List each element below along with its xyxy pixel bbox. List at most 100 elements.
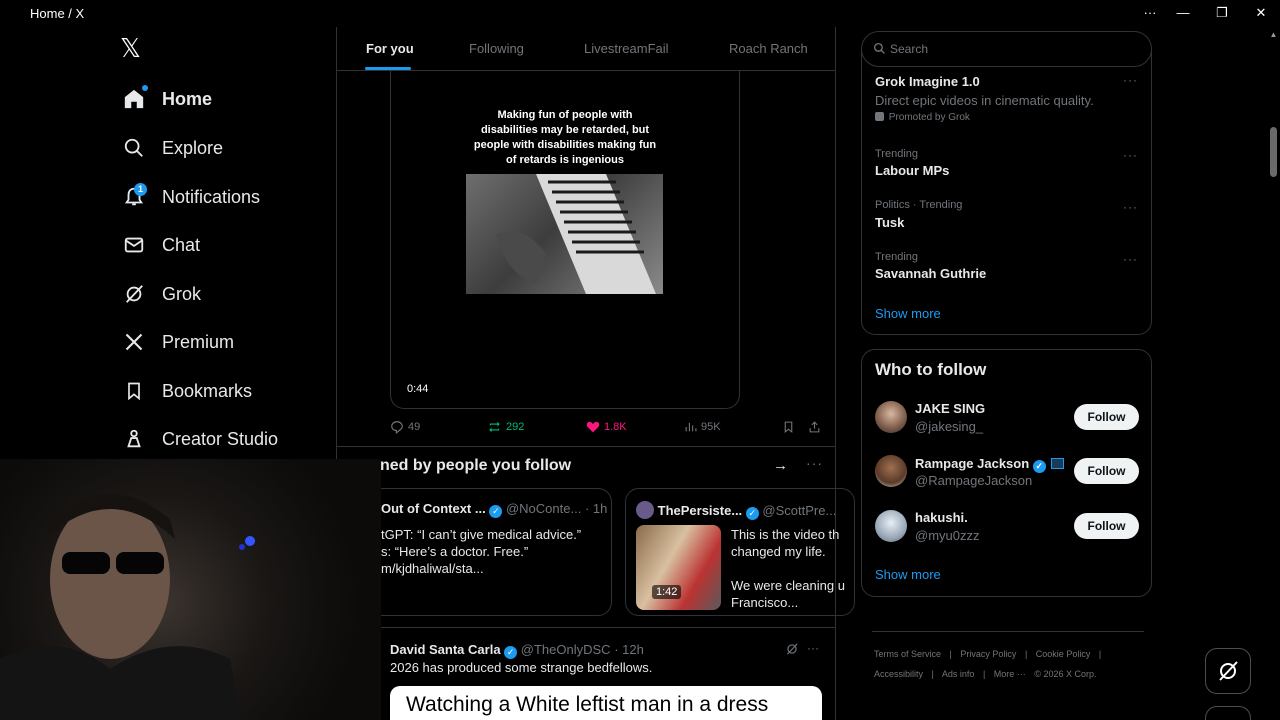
trend-more-icon[interactable]: ··· [1123, 73, 1138, 87]
footer-link-accessibility[interactable]: Accessibility [874, 669, 923, 679]
window-title: Home / X [30, 6, 85, 21]
promo-title[interactable]: Grok Imagine 1.0 [875, 74, 980, 89]
reply-count: 49 [408, 421, 421, 433]
trend-more-icon[interactable]: ··· [1123, 148, 1138, 162]
trend-more-icon[interactable]: ··· [1123, 252, 1138, 266]
nav-label: Notifications [162, 186, 261, 207]
footer-separator: | [1024, 649, 1028, 659]
home-unread-dot [142, 85, 148, 91]
verified-badge-icon: ✓ [504, 646, 518, 659]
tab-following[interactable]: Following [469, 27, 524, 71]
follow-button[interactable]: Follow [1074, 458, 1139, 484]
scroll-up-arrow-icon[interactable]: ▲ [1268, 30, 1279, 40]
tab-livestreamfail[interactable]: LivestreamFail [584, 27, 669, 71]
nav-item-chat[interactable]: Chat [120, 225, 200, 265]
repost-icon [489, 421, 500, 433]
footer-link-privacy[interactable]: Privacy Policy [960, 649, 1016, 659]
trend-name[interactable]: Tusk [875, 215, 904, 230]
nav-item-home[interactable]: Home [120, 79, 212, 119]
post-time: · 12h [614, 642, 644, 657]
verified-badge-icon: ✓ [489, 505, 503, 518]
follow-user-name[interactable]: JAKE SING [915, 401, 985, 416]
footer-link-more[interactable]: More ··· [994, 669, 1026, 679]
home-icon [120, 85, 148, 113]
nav-item-explore[interactable]: Explore [120, 128, 223, 168]
verified-badge-icon: ✓ [1032, 460, 1046, 473]
avatar[interactable] [875, 401, 907, 433]
nav-item-creator-studio[interactable]: Creator Studio [120, 419, 278, 459]
nav-item-premium[interactable]: Premium [120, 322, 234, 362]
post-author: Out of Context ... ✓ @NoConte... · 1h [381, 501, 607, 518]
promo-label: Promoted by Grok [875, 112, 970, 123]
window-maximize-button[interactable]: ❐ [1207, 4, 1237, 24]
nav-label: Creator Studio [162, 428, 279, 449]
reply-button[interactable]: 49 [390, 420, 420, 434]
trend-meta: Trending [875, 148, 919, 160]
footer-separator: | [982, 669, 986, 679]
x-logo-icon [120, 328, 148, 356]
follow-user-name-row: Rampage Jackson ✓ [915, 456, 1065, 473]
post-image[interactable]: Watching a White leftist man in a dress [390, 686, 822, 720]
grok-icon [1219, 661, 1238, 681]
nav-item-notifications[interactable]: 1 Notifications [120, 177, 260, 217]
author-handle: @NoConte... [505, 501, 582, 516]
bookmark-button[interactable] [782, 420, 795, 434]
share-button[interactable] [808, 420, 821, 434]
video-frame[interactable] [466, 174, 663, 294]
liked-post-card[interactable]: ThePersiste... ✓ @ScottPre... 1:42 This … [625, 488, 855, 616]
bookmark-icon [784, 421, 793, 434]
views-button[interactable]: 95K [684, 420, 721, 433]
repost-count: 292 [506, 421, 525, 433]
window-minimize-button[interactable]: — [1168, 4, 1198, 24]
bell-icon: 1 [120, 183, 148, 211]
x-logo-icon[interactable]: 𝕏 [120, 34, 150, 64]
promoted-text: Promoted by Grok [888, 112, 970, 123]
follow-button[interactable]: Follow [1074, 513, 1139, 539]
footer-separator: | [949, 649, 952, 659]
footer-link-terms[interactable]: Terms of Service [874, 649, 941, 659]
divider [337, 446, 835, 447]
window-close-button[interactable]: ✕ [1246, 4, 1276, 24]
follow-show-more-link[interactable]: Show more [875, 567, 941, 582]
trend-name[interactable]: Savannah Guthrie [875, 266, 986, 281]
follow-user-name[interactable]: Rampage Jackson [915, 456, 1029, 471]
scrollbar-thumb[interactable] [1270, 127, 1277, 177]
affiliate-badge-icon [1051, 458, 1065, 469]
nav-item-grok[interactable]: Grok [120, 274, 201, 314]
follow-user-handle: @myu0zzz [915, 528, 980, 543]
liked-section-header: ned by people you follow [380, 457, 572, 474]
video-duration: 0:44 [407, 383, 429, 395]
nav-label: Chat [162, 234, 201, 255]
nav-item-bookmarks[interactable]: Bookmarks [120, 371, 252, 411]
more-icon[interactable]: ··· [806, 455, 823, 471]
trends-show-more-link[interactable]: Show more [875, 306, 941, 321]
video-thumbnail[interactable]: 1:42 [636, 525, 721, 610]
trend-name[interactable]: Labour MPs [875, 163, 949, 178]
arrow-right-icon[interactable]: → [773, 457, 788, 474]
footer-link-ads-info[interactable]: Ads info [942, 669, 975, 679]
trend-more-icon[interactable]: ··· [1123, 200, 1138, 214]
timeline-tabs: For you Following LivestreamFail Roach R… [337, 27, 835, 71]
tab-roach-ranch[interactable]: Roach Ranch [729, 27, 808, 71]
grok-icon[interactable] [785, 642, 799, 661]
footer-separator: | [931, 669, 934, 679]
post-more-icon[interactable]: ··· [807, 641, 819, 655]
messages-floating-button[interactable] [1205, 706, 1251, 720]
grok-floating-button[interactable] [1205, 648, 1251, 694]
post-text-line: s: “Here’s a doctor. Free.” [381, 544, 529, 559]
share-icon [809, 421, 820, 433]
repost-button[interactable]: 292 [487, 420, 524, 434]
window-more-button[interactable]: ··· [1135, 4, 1165, 24]
avatar[interactable] [875, 455, 907, 487]
follow-button[interactable]: Follow [1074, 404, 1139, 430]
author-name: Out of Context ... [381, 501, 486, 516]
promo-description: Direct epic videos in cinematic quality. [875, 93, 1094, 108]
grok-icon [120, 280, 148, 308]
follow-user-name[interactable]: hakushi. [915, 510, 968, 525]
tab-for-you[interactable]: For you [366, 27, 414, 71]
footer-link-cookie[interactable]: Cookie Policy [1036, 649, 1091, 659]
footer-separator: | [1098, 649, 1102, 659]
avatar[interactable] [875, 510, 907, 542]
like-button[interactable]: 1.8K [586, 420, 627, 433]
window-title-bar: Home / X ··· — ❐ ✕ [0, 0, 1280, 27]
